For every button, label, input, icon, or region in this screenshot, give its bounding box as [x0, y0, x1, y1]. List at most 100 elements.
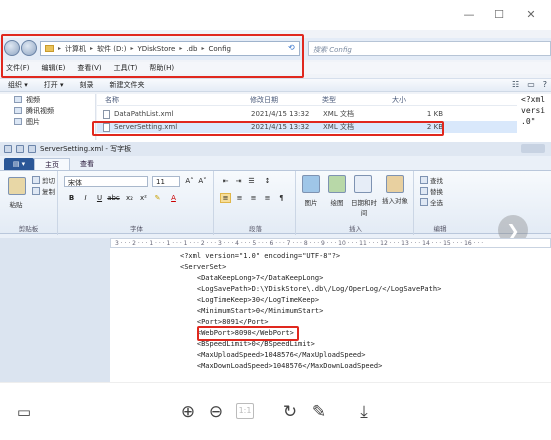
paragraph-group: ⇤ ⇥ ☰ ↕ ≡ ≡ ≡ ≡ ¶ 段落 [216, 171, 296, 235]
clipboard-group: 粘贴 剪切 复制 剪贴板 [0, 171, 58, 235]
font-color-button[interactable]: A [168, 193, 179, 203]
search-input[interactable]: 搜索 Config [308, 41, 551, 56]
tab-view[interactable]: 查看 [70, 158, 104, 170]
subscript-button[interactable]: x₂ [124, 193, 135, 203]
help-icon[interactable]: ? [543, 80, 547, 89]
align-center-button[interactable]: ≡ [234, 193, 245, 203]
picture-icon[interactable] [302, 175, 320, 193]
viewer-toolbar: ▭ ⊕ ⊖ 1:1 ↻ ✎ ⤓ [0, 382, 551, 440]
column-headers: 名称 修改日期 类型 大小 [97, 94, 517, 106]
close-icon[interactable]: ✕ [524, 8, 538, 21]
nav-sidebar: 视频 腾讯视频 图片 [0, 94, 96, 140]
highlight-file-box [92, 121, 444, 136]
doc-line: <MinimumStart>0</MinimumStart> [180, 307, 324, 315]
picture-button[interactable]: 图片 [298, 197, 324, 207]
paint-icon[interactable] [328, 175, 346, 193]
italic-button[interactable]: I [80, 193, 91, 203]
rotate-icon[interactable]: ↻ [280, 402, 300, 422]
file-row[interactable]: DataPathList.xml 2021/4/15 13:32 XML 文档 … [97, 108, 517, 120]
doc-line: <ServerSet> [180, 263, 227, 271]
wordpad-title-bar: ServerSetting.xml - 写字板 [0, 142, 551, 156]
ribbon-tabs: ▤ ▾ 主页 查看 [0, 157, 551, 170]
highlight-port-box [197, 326, 299, 341]
undo-icon[interactable] [16, 145, 24, 153]
insert-object-icon[interactable] [386, 175, 404, 193]
paste-icon[interactable] [8, 177, 26, 195]
align-left-button[interactable]: ≡ [220, 193, 231, 203]
decrease-indent-button[interactable]: ⇤ [220, 176, 231, 186]
picture-icon [14, 118, 22, 125]
video-icon [14, 96, 22, 103]
preview-pane: <?xml versi .0" [517, 94, 551, 140]
find-button[interactable]: 查找 [420, 175, 443, 185]
paragraph-settings-button[interactable]: ¶ [276, 193, 287, 203]
ruler[interactable]: 3 · · · 2 · · · 1 · · · 1 · · · 1 · · · … [110, 238, 551, 248]
doc-line: <LogSavePath>D:\YDiskStore\.db\/Log/Oper… [180, 285, 442, 293]
open-button[interactable]: 打开 ▾ [44, 80, 64, 90]
sidebar-item-tencent-video[interactable]: 腾讯视频 [0, 105, 95, 116]
organize-button[interactable]: 组织 ▾ [8, 80, 28, 90]
bullets-button[interactable]: ☰ [246, 176, 257, 186]
column-type[interactable]: 类型 [322, 95, 392, 105]
column-name[interactable]: 名称 [97, 95, 250, 105]
paste-button[interactable]: 粘贴 [2, 199, 30, 209]
doc-line-port: <Port>8091</Port> [180, 318, 269, 326]
select-all-icon [420, 198, 428, 206]
document-page[interactable]: <?xml version="1.0" encoding="UTF-8"?> <… [110, 248, 551, 382]
zoom-out-icon[interactable]: ⊖ [206, 402, 226, 422]
sidebar-item-pictures[interactable]: 图片 [0, 116, 95, 127]
editing-group: 查找 替换 全选 编辑 [416, 171, 464, 235]
line-spacing-button[interactable]: ↕ [262, 176, 273, 186]
redo-icon[interactable] [28, 145, 36, 153]
date-time-button[interactable]: 日期和时间 [348, 197, 380, 217]
minimize-icon[interactable]: — [462, 8, 476, 21]
bold-button[interactable]: B [66, 193, 77, 203]
select-all-button[interactable]: 全选 [420, 197, 443, 207]
superscript-button[interactable]: x² [138, 193, 149, 203]
highlight-address-box [1, 34, 304, 78]
download-icon[interactable]: ⤓ [354, 402, 374, 422]
calendar-icon[interactable] [354, 175, 372, 193]
doc-line: <MaxDownLoadSpeed>1048576</MaxDownLoadSp… [180, 362, 383, 370]
sidebar-item-videos[interactable]: 视频 [0, 94, 95, 105]
shrink-font-button[interactable]: A˅ [197, 176, 208, 186]
paint-drawing-button[interactable]: 绘图 [324, 197, 350, 207]
maximize-icon[interactable]: ☐ [492, 8, 506, 21]
align-right-button[interactable]: ≡ [248, 193, 259, 203]
column-date[interactable]: 修改日期 [250, 95, 322, 105]
save-icon[interactable] [4, 145, 12, 153]
cut-button[interactable]: 剪切 [32, 175, 55, 185]
doc-line: <MaxUploadSpeed>1048576</MaxUploadSpeed> [180, 351, 366, 359]
insert-group: 图片 绘图 日期和时间 插入对象 插入 [298, 171, 414, 235]
font-size-select[interactable]: 11 [152, 176, 180, 187]
file-icon [103, 109, 110, 119]
strikethrough-button[interactable]: abc [107, 193, 120, 203]
window-title: ServerSetting.xml - 写字板 [40, 145, 132, 153]
doc-line: <?xml version="1.0" encoding="UTF-8"?> [180, 252, 341, 260]
tab-home[interactable]: 主页 [34, 158, 70, 170]
new-folder-button[interactable]: 新建文件夹 [110, 80, 145, 90]
document-area: <?xml version="1.0" encoding="UTF-8"?> <… [0, 248, 551, 382]
burn-button[interactable]: 刻录 [80, 80, 94, 90]
zoom-in-icon[interactable]: ⊕ [178, 402, 198, 422]
file-menu-button[interactable]: ▤ ▾ [4, 158, 34, 170]
doc-line: <DataKeepLong>7</DataKeepLong> [180, 274, 324, 282]
font-name-select[interactable]: 宋体 [64, 176, 148, 187]
replace-icon [420, 187, 428, 195]
view-options-icon[interactable]: ☷ [512, 80, 519, 89]
highlight-color-button[interactable]: ✎ [152, 193, 163, 203]
thumbnails-icon[interactable]: ▭ [14, 402, 34, 422]
replace-button[interactable]: 替换 [420, 186, 443, 196]
grow-font-button[interactable]: A˄ [184, 176, 195, 186]
insert-object-button[interactable]: 插入对象 [382, 197, 408, 205]
window-controls[interactable] [521, 144, 545, 153]
underline-button[interactable]: U [94, 193, 105, 203]
preview-pane-icon[interactable]: ▭ [527, 80, 535, 89]
increase-indent-button[interactable]: ⇥ [233, 176, 244, 186]
column-size[interactable]: 大小 [392, 95, 442, 105]
viewer-top-bar: — ☐ ✕ [0, 0, 551, 30]
actual-size-button[interactable]: 1:1 [236, 403, 254, 419]
edit-icon[interactable]: ✎ [309, 402, 329, 422]
justify-button[interactable]: ≡ [262, 193, 273, 203]
copy-button[interactable]: 复制 [32, 186, 55, 196]
